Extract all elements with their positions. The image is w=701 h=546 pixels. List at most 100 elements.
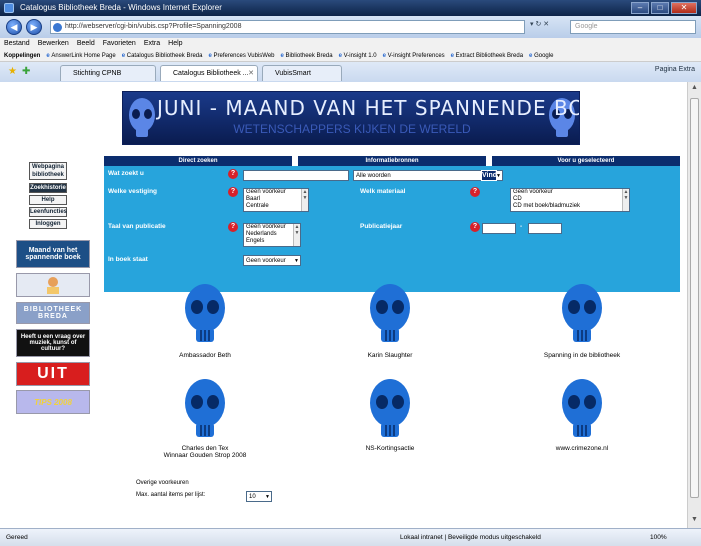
list-option[interactable]: Centrale — [246, 203, 308, 210]
list-item[interactable]: NS-Kortingsactie — [315, 377, 465, 452]
sidebar-help[interactable]: Help — [29, 195, 67, 205]
tab-direct-zoeken[interactable]: Direct zoeken — [104, 156, 292, 166]
list-option[interactable]: CD met boek/bladmuziek — [513, 203, 629, 210]
list-item[interactable]: www.crimezone.nl — [507, 377, 657, 452]
refresh-stop-icons[interactable]: ▾ ↻ ✕ — [530, 20, 549, 28]
search-tabs: Direct zoeken Informatiebronnen Voor u g… — [104, 156, 680, 166]
link-vinsight-prefs[interactable]: V-insight Preferences — [383, 50, 445, 61]
vestiging-listbox[interactable]: Geen voorkeur Baarl Centrale ▲ ▼ — [243, 188, 309, 212]
sidebar-image-tips[interactable]: TIPS 2008 — [16, 390, 90, 414]
favorites-star-icon[interactable]: ★ — [8, 66, 17, 77]
list-option[interactable]: Geen voorkeur — [246, 189, 308, 196]
link-google[interactable]: Google — [529, 50, 553, 61]
menu-favorieten[interactable]: Favorieten — [103, 38, 136, 50]
maximize-button[interactable]: □ — [651, 2, 669, 14]
back-icon[interactable]: ◀ — [6, 19, 22, 35]
menu-beeld[interactable]: Beeld — [77, 38, 95, 50]
item-caption[interactable]: Charles den Tex Winnaar Gouden Strop 200… — [130, 445, 280, 459]
menu-help[interactable]: Help — [168, 38, 182, 50]
tab-voor-u-geselecteerd[interactable]: Voor u geselecteerd — [492, 156, 680, 166]
link-extract[interactable]: Extract Bibliotheek Breda — [451, 50, 523, 61]
list-item[interactable]: Spanning in de bibliotheek — [507, 282, 657, 359]
sidebar-image-bibliotheek-breda[interactable]: BIBLIOTHEEK BREDA — [16, 302, 90, 324]
forward-icon[interactable]: ▶ — [26, 19, 42, 35]
scroll-up-icon[interactable]: ▲ — [691, 84, 698, 91]
materiaal-listbox[interactable]: Geen voorkeur CD CD met boek/bladmuziek … — [510, 188, 630, 212]
tab-vubissmart[interactable]: VubisSmart — [262, 65, 342, 81]
help-icon[interactable]: ? — [228, 169, 238, 179]
skull-icon — [562, 284, 602, 342]
tab-stichting[interactable]: Stichting CPNB — [60, 65, 156, 81]
sidebar-leenfuncties[interactable]: Leenfuncties — [29, 207, 67, 217]
add-favorite-icon[interactable]: ✚ — [22, 66, 30, 77]
menu-bewerken[interactable]: Bewerken — [38, 38, 69, 50]
find-button[interactable]: Vind — [481, 170, 497, 181]
max-items-select[interactable]: 10 ▼ — [246, 491, 272, 502]
link-vinsight[interactable]: V-insight 1.0 — [339, 50, 377, 61]
scroll-down-icon[interactable]: ▼ — [691, 516, 698, 523]
tab-label: Stichting CPNB — [73, 70, 122, 77]
link-answerlink[interactable]: AnswerLink Home Page — [46, 50, 115, 61]
item-caption[interactable]: www.crimezone.nl — [507, 445, 657, 452]
in-boek-select[interactable]: Geen voorkeur ▼ — [243, 255, 301, 266]
list-option[interactable]: Engels — [246, 238, 300, 245]
listbox-scrollbar[interactable]: ▲ ▼ — [293, 224, 300, 246]
sidebar-image-reading[interactable] — [16, 273, 90, 297]
sidebar-inloggen[interactable]: Inloggen — [29, 219, 67, 229]
year-to-input[interactable] — [528, 223, 562, 234]
item-caption[interactable]: Ambassador Beth — [130, 352, 280, 359]
menu-bestand[interactable]: Bestand — [4, 38, 30, 50]
help-icon[interactable]: ? — [228, 222, 238, 232]
help-icon[interactable]: ? — [470, 187, 480, 197]
skull-icon — [370, 379, 410, 437]
list-item[interactable]: Karin Slaughter — [315, 282, 465, 359]
vertical-scrollbar[interactable]: ▲ ▼ — [687, 82, 701, 528]
help-icon[interactable]: ? — [470, 222, 480, 232]
sidebar-zoekhistorie[interactable]: Zoekhistorie — [29, 183, 67, 193]
minimize-button[interactable]: – — [631, 2, 649, 14]
year-from-input[interactable] — [482, 223, 516, 234]
help-icon[interactable]: ? — [228, 187, 238, 197]
search-input[interactable]: Google — [570, 20, 696, 34]
link-preferences[interactable]: Preferences VubisWeb — [208, 50, 274, 61]
banner-title: JUNI - MAAND VAN HET SPANNENDE BOEK 2008 — [157, 96, 579, 120]
listbox-scrollbar[interactable]: ▲ ▼ — [301, 189, 308, 211]
item-caption[interactable]: Spanning in de bibliotheek — [507, 352, 657, 359]
link-bibliotheek[interactable]: Bibliotheek Breda — [281, 50, 333, 61]
taal-listbox[interactable]: Geen voorkeur Nederlands Engels ▲ ▼ — [243, 223, 301, 247]
scrollbar-thumb[interactable] — [690, 98, 699, 498]
search-terms-input[interactable] — [243, 170, 349, 181]
tabs-bar: ★ ✚ Stichting CPNB Catalogus Bibliotheek… — [0, 62, 701, 82]
sidebar-image-vraag[interactable]: Heeft u een vraag over muziek, kunst of … — [16, 329, 90, 357]
listbox-scrollbar[interactable]: ▲ ▼ — [622, 189, 629, 211]
page-icon — [53, 23, 62, 32]
list-option[interactable]: Baarl — [246, 196, 308, 203]
list-item[interactable]: Ambassador Beth — [130, 282, 280, 359]
wat-zoekt-u-label: Wat zoekt u — [108, 170, 144, 177]
item-caption[interactable]: NS-Kortingsactie — [315, 445, 465, 452]
command-bar[interactable]: Pagina Extra — [655, 66, 695, 73]
close-button[interactable]: ✕ — [671, 2, 697, 14]
max-items-value: 10 — [249, 494, 256, 500]
link-catalogus[interactable]: Catalogus Bibliotheek Breda — [122, 50, 203, 61]
tab-catalogus[interactable]: Catalogus Bibliotheek ... ✕ — [160, 65, 258, 81]
address-bar[interactable]: http://webserver/cgi-bin/vubis.csp?Profi… — [50, 20, 525, 34]
overige-voorkeuren-link[interactable]: Overige voorkeuren — [136, 480, 189, 486]
security-zone: Lokaal intranet | Beveiligde modus uitge… — [400, 534, 541, 541]
chevron-down-icon: ▼ — [294, 258, 299, 264]
close-tab-icon[interactable]: ✕ — [248, 66, 254, 81]
list-option[interactable]: Geen voorkeur — [513, 189, 629, 196]
zoom-level[interactable]: 100% — [650, 529, 667, 546]
sidebar-image-spannende-boek[interactable]: Maand van het spannende boek — [16, 240, 90, 268]
list-option[interactable]: CD — [513, 196, 629, 203]
list-option[interactable]: Geen voorkeur — [246, 224, 300, 231]
sidebar-webpagina[interactable]: Webpagina bibliotheek — [29, 162, 67, 180]
links-label: Koppelingen — [4, 53, 41, 59]
sidebar-image-uit[interactable]: UIT — [16, 362, 90, 386]
menu-extra[interactable]: Extra — [144, 38, 160, 50]
list-item[interactable]: Charles den Tex Winnaar Gouden Strop 200… — [130, 377, 280, 459]
tab-informatiebronnen[interactable]: Informatiebronnen — [298, 156, 486, 166]
sidebar: Webpagina bibliotheek Zoekhistorie Help … — [14, 162, 82, 229]
item-caption[interactable]: Karin Slaughter — [315, 352, 465, 359]
list-option[interactable]: Nederlands — [246, 231, 300, 238]
